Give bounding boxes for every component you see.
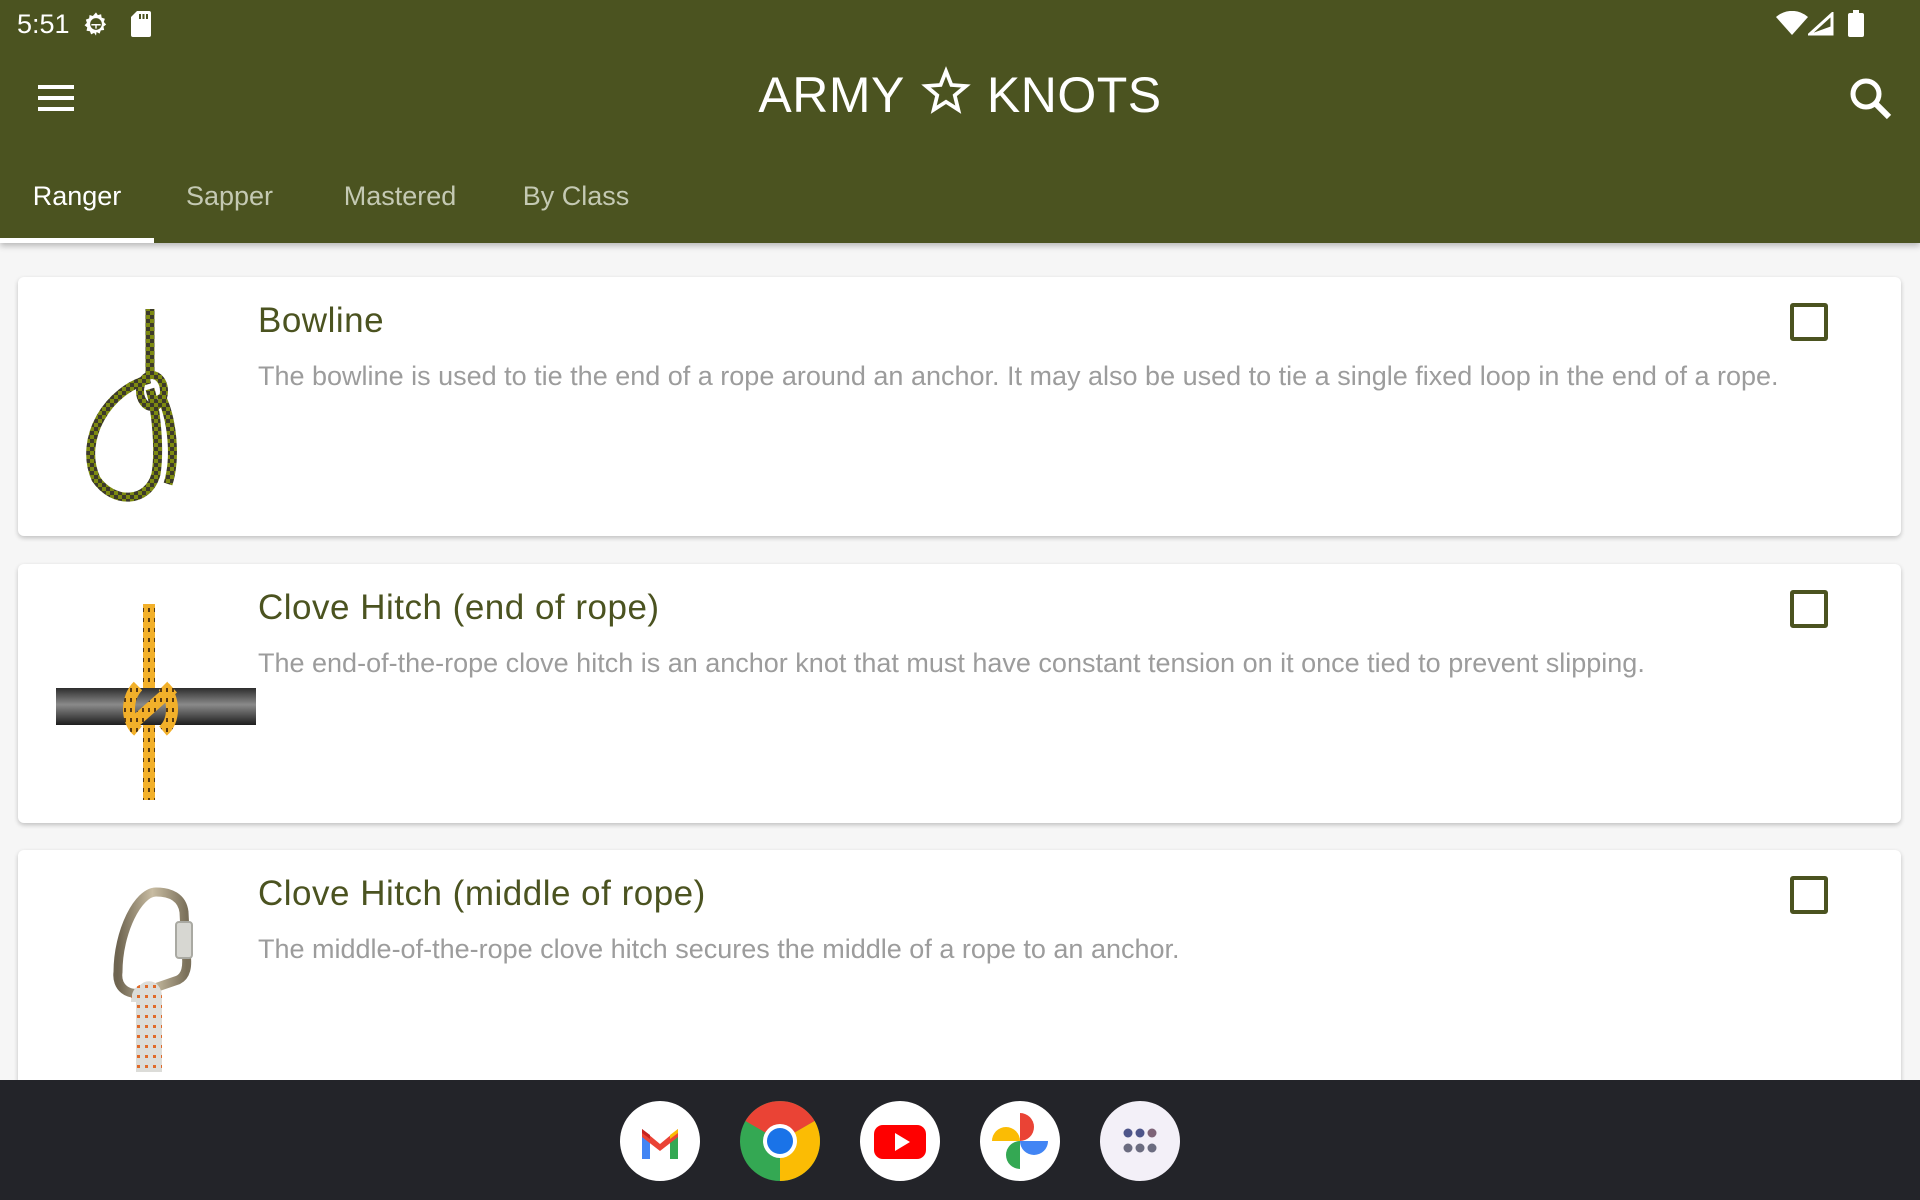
title-army: ARMY: [758, 67, 905, 123]
tab-label: By Class: [522, 181, 630, 211]
search-button[interactable]: [1842, 70, 1898, 126]
app-drawer-icon: [1123, 1128, 1157, 1153]
clove-hitch-end-image: [56, 604, 256, 800]
bowline-knot-image: [86, 309, 177, 502]
mastered-checkbox[interactable]: [1790, 303, 1828, 341]
tab-label: Sapper: [185, 181, 274, 211]
wifi-icon: [1776, 11, 1808, 35]
tab-by-class[interactable]: By Class: [495, 150, 657, 243]
photos-icon: [992, 1113, 1048, 1169]
mastered-checkbox[interactable]: [1790, 876, 1828, 914]
tab-sapper[interactable]: Sapper: [154, 150, 305, 243]
knot-card-clove-hitch-end[interactable]: Clove Hitch (end of rope) The end-of-the…: [18, 564, 1901, 823]
tab-mastered[interactable]: Mastered: [305, 150, 495, 243]
knot-description: The bowline is used to tie the end of a …: [258, 361, 1779, 391]
knot-card-clove-hitch-middle[interactable]: Clove Hitch (middle of rope) The middle-…: [18, 850, 1901, 1080]
mastered-checkbox[interactable]: [1790, 590, 1828, 628]
tab-ranger[interactable]: Ranger: [0, 150, 154, 243]
knot-description: The end-of-the-rope clove hitch is an an…: [258, 648, 1645, 678]
app-title: ARMY KNOTS: [0, 66, 1920, 124]
knot-card-bowline[interactable]: Bowline The bowline is used to tie the e…: [18, 277, 1901, 536]
knot-name: Clove Hitch (middle of rope): [258, 874, 706, 913]
knot-list[interactable]: Bowline The bowline is used to tie the e…: [0, 243, 1920, 1080]
dock-app-photos[interactable]: [980, 1101, 1060, 1181]
knot-name: Bowline: [258, 301, 385, 340]
sd-card-icon: [131, 11, 151, 37]
gmail-icon: [642, 1129, 678, 1159]
dock-app-chrome[interactable]: [740, 1101, 820, 1181]
star-icon: [921, 66, 971, 114]
tab-label: Ranger: [32, 181, 122, 211]
tab-bar: Ranger Sapper Mastered By Class: [0, 150, 657, 243]
clove-hitch-middle-image: [113, 887, 193, 1072]
dock-app-youtube[interactable]: [860, 1101, 940, 1181]
tab-label: Mastered: [343, 181, 457, 211]
search-icon: [1850, 78, 1892, 120]
dock-app-drawer[interactable]: [1100, 1101, 1180, 1181]
battery-icon: [1848, 10, 1864, 37]
knot-name: Clove Hitch (end of rope): [258, 588, 660, 627]
settings-gear-icon: [84, 12, 107, 36]
navigation-dock: [0, 1080, 1920, 1200]
app-bar: 5:51 ARMY KNOTS Ranger Sapper Mastered By…: [0, 0, 1920, 243]
knot-description: The middle-of-the-rope clove hitch secur…: [258, 934, 1180, 964]
title-knots: KNOTS: [986, 67, 1162, 123]
dock-app-gmail[interactable]: [620, 1101, 700, 1181]
signal-icon: [1808, 12, 1834, 36]
youtube-icon: [874, 1125, 926, 1159]
chrome-icon: [740, 1101, 820, 1181]
status-time: 5:51: [17, 9, 70, 39]
status-bar: 5:51: [0, 0, 1920, 48]
